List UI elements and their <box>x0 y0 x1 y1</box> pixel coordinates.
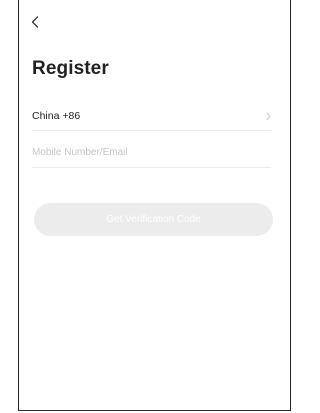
account-field-row <box>32 138 271 168</box>
region-selector[interactable]: China +86 <box>32 102 271 131</box>
mobile-email-input[interactable] <box>32 147 271 158</box>
region-label: China +86 <box>32 110 81 122</box>
register-screen: Register China +86 Get Verification Code <box>18 0 291 411</box>
page-title: Register <box>32 58 109 79</box>
back-button[interactable] <box>27 12 43 32</box>
chevron-left-icon <box>31 16 39 28</box>
chevron-right-icon <box>263 111 271 121</box>
get-verification-code-button[interactable]: Get Verification Code <box>34 203 273 236</box>
